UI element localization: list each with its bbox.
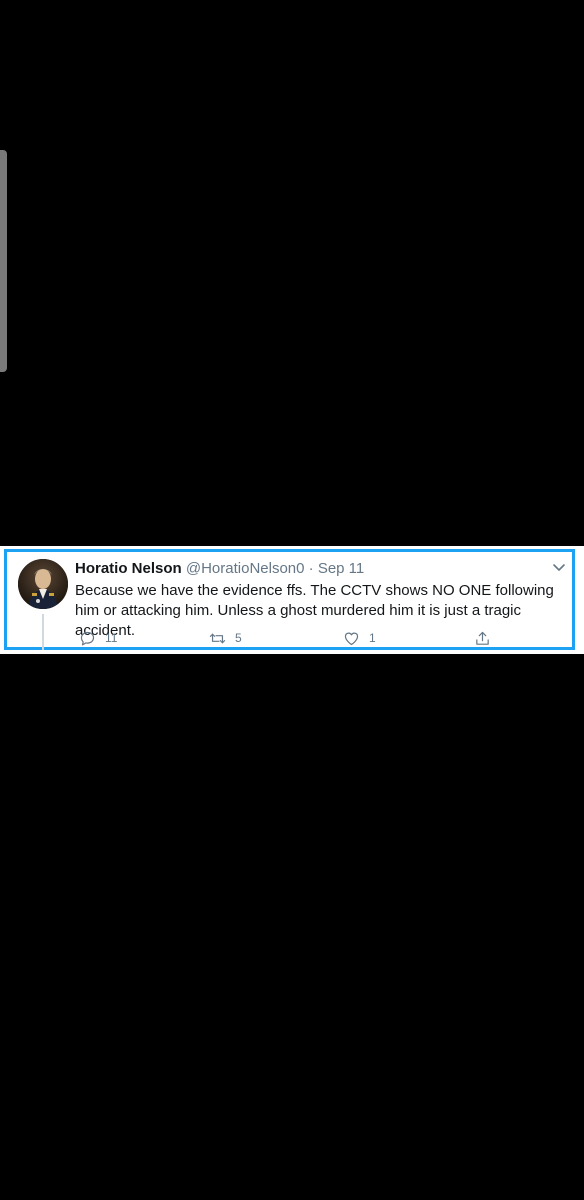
display-name[interactable]: Horatio Nelson bbox=[75, 560, 182, 577]
separator-dot: · bbox=[308, 560, 314, 577]
retweet-icon bbox=[209, 633, 226, 643]
share-icon bbox=[476, 631, 489, 645]
user-handle[interactable]: @HoratioNelson0 bbox=[186, 560, 305, 577]
avatar[interactable] bbox=[18, 559, 68, 609]
tweet-card[interactable]: Horatio Nelson @HoratioNelson0 · Sep 11 … bbox=[4, 549, 575, 650]
tweet-actions: 11 5 1 bbox=[75, 629, 495, 647]
like-button[interactable]: 1 bbox=[343, 629, 376, 647]
share-button[interactable] bbox=[474, 629, 500, 647]
chevron-down-icon[interactable] bbox=[552, 560, 566, 574]
avatar-portrait-image bbox=[18, 559, 68, 609]
screen: Horatio Nelson @HoratioNelson0 · Sep 11 … bbox=[0, 0, 584, 1200]
reply-icon bbox=[80, 631, 95, 645]
reply-button[interactable]: 11 bbox=[79, 629, 117, 647]
thread-connector-line bbox=[42, 614, 44, 650]
like-count: 1 bbox=[369, 631, 376, 645]
retweet-button[interactable]: 5 bbox=[209, 629, 242, 647]
retweet-count: 5 bbox=[235, 631, 242, 645]
tweet-header: Horatio Nelson @HoratioNelson0 · Sep 11 bbox=[75, 559, 542, 579]
heart-icon bbox=[344, 632, 359, 645]
tweet-date[interactable]: Sep 11 bbox=[318, 560, 364, 577]
reply-count: 11 bbox=[105, 631, 118, 645]
tweet-frame: Horatio Nelson @HoratioNelson0 · Sep 11 … bbox=[0, 546, 584, 654]
scroll-indicator[interactable] bbox=[0, 150, 7, 372]
